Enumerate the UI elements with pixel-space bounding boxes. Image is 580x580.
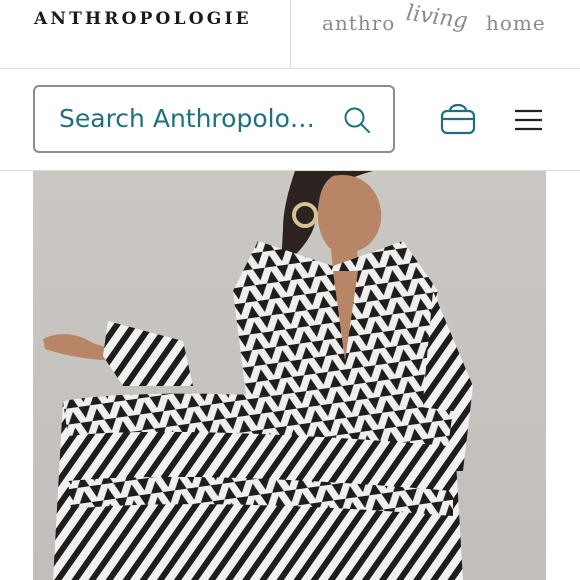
product-image[interactable] [33, 171, 546, 580]
search-placeholder: Search Anthropologie [59, 104, 327, 133]
search-input[interactable]: Search Anthropologie [33, 85, 395, 153]
search-icon[interactable] [343, 106, 371, 134]
logo-word-living: living [404, 0, 470, 35]
logo-word-home: home [486, 11, 546, 35]
main-header: Search Anthropologie [0, 69, 580, 171]
hamburger-menu-icon[interactable] [514, 108, 543, 132]
product-photo-illustration [43, 171, 473, 580]
logo-word-anthro: anthro [322, 11, 396, 35]
anthropologie-logo[interactable]: ANTHROPOLOGIE [34, 9, 252, 29]
shopping-bag-icon[interactable] [440, 101, 476, 135]
brand-divider [290, 0, 291, 68]
top-brand-bar: ANTHROPOLOGIE anthro living home [0, 0, 580, 69]
